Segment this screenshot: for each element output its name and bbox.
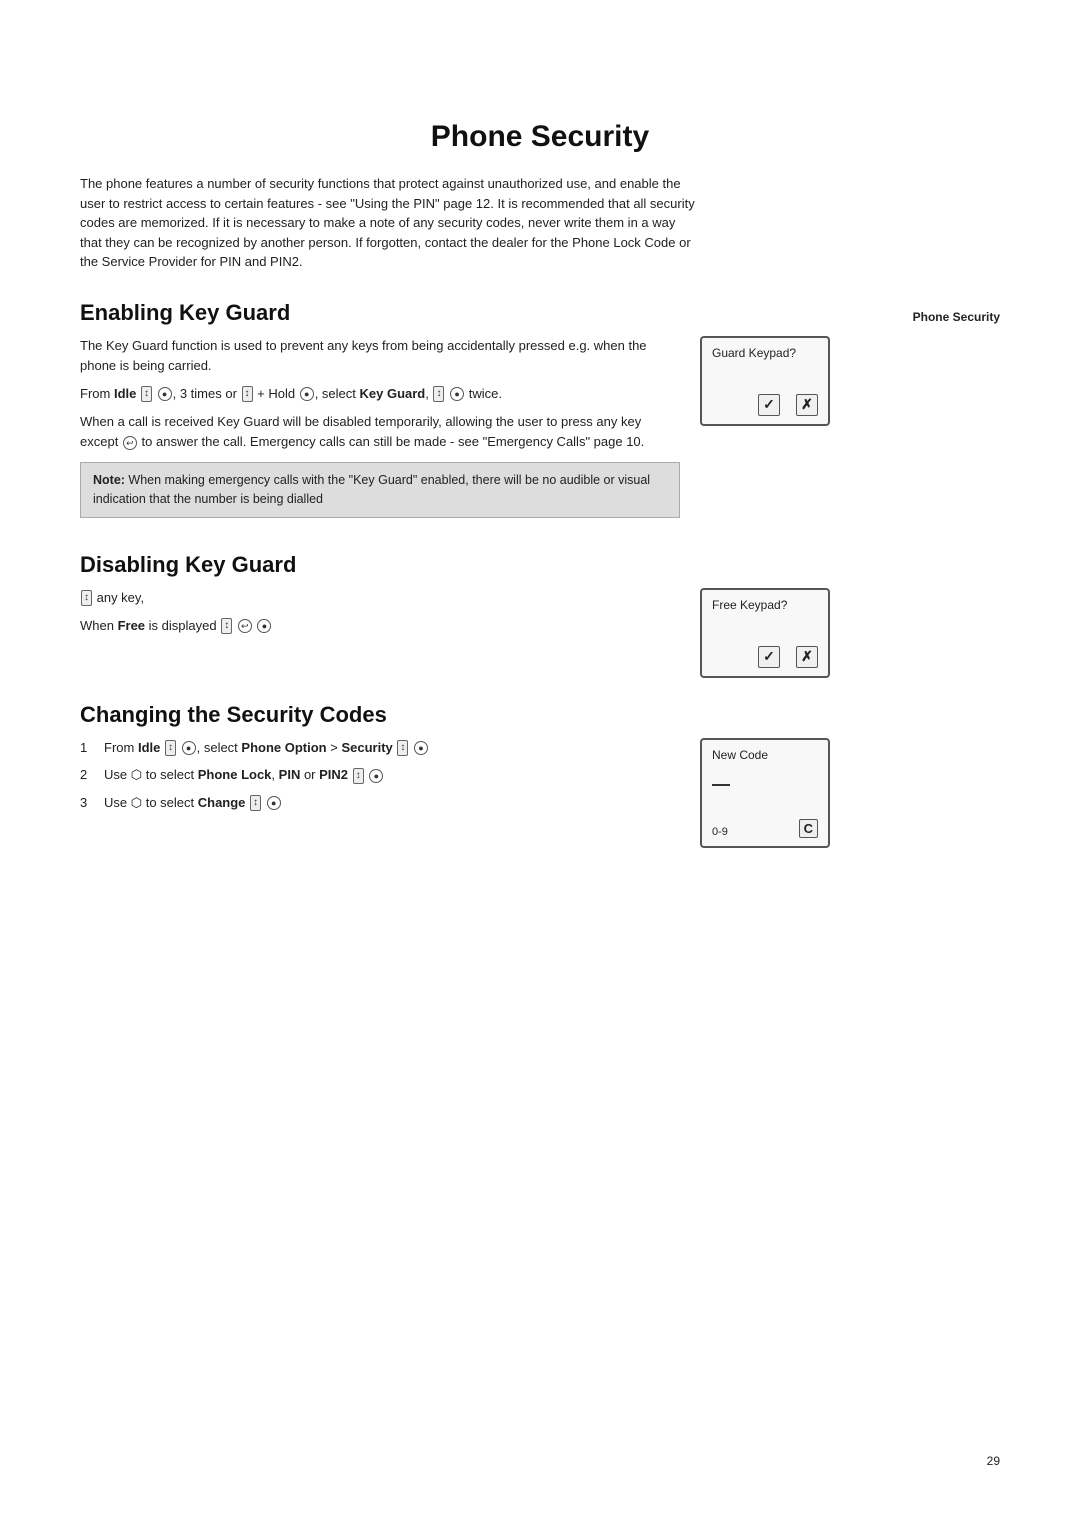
end-btn-2: ↩ <box>238 619 252 633</box>
page-title: Phone Security <box>80 120 1000 154</box>
enabling-para-3: When a call is received Key Guard will b… <box>80 412 680 452</box>
phone-screen-newcode: New Code 0-9 C <box>700 738 830 848</box>
step-3-text: Use ⬡ to select Change ↕ ● <box>104 793 680 813</box>
nav-icon-3: ↕ <box>433 386 444 402</box>
steps-list: 1 From Idle ↕ ●, select Phone Option > S… <box>80 738 680 813</box>
ok-btn-8: ● <box>267 796 281 810</box>
step-1-text: From Idle ↕ ●, select Phone Option > Sec… <box>104 738 680 758</box>
section-content-disabling: ↕ any key, When Free is displayed ↕ ↩ ● … <box>80 588 1000 678</box>
section-content-enabling: The Key Guard function is used to preven… <box>80 336 1000 528</box>
nav-icon-5: ↕ <box>221 618 232 634</box>
nav-icon-4: ↕ <box>81 590 92 606</box>
step-2-text: Use ⬡ to select Phone Lock, PIN or PIN2 … <box>104 765 680 785</box>
nav-icon-1: ↕ <box>141 386 152 402</box>
step-1: 1 From Idle ↕ ●, select Phone Option > S… <box>80 738 680 758</box>
section-changing-security-codes: Changing the Security Codes 1 From Idle … <box>80 702 1000 848</box>
step-2-num: 2 <box>80 765 94 785</box>
nav-icon-7: ↕ <box>397 740 408 756</box>
guard-screen-buttons: ✓ ✗ <box>712 394 818 416</box>
nav-icon-6: ↕ <box>165 740 176 756</box>
newcode-input-line <box>712 784 818 786</box>
check-button-free: ✓ <box>758 646 780 668</box>
section-content-changing: 1 From Idle ↕ ●, select Phone Option > S… <box>80 738 1000 848</box>
ok-btn-2: ● <box>300 387 314 401</box>
guard-screen-title: Guard Keypad? <box>712 346 818 360</box>
section-title-enabling: Enabling Key Guard <box>80 300 1000 326</box>
intro-text: The phone features a number of security … <box>80 174 700 272</box>
nav-icon-2: ↕ <box>242 386 253 402</box>
step-3-num: 3 <box>80 793 94 813</box>
section-title-changing: Changing the Security Codes <box>80 702 1000 728</box>
phone-screen-free: Free Keypad? ✓ ✗ <box>700 588 830 678</box>
disabling-para-1: ↕ any key, <box>80 588 680 608</box>
ok-btn-4: ● <box>257 619 271 633</box>
step-3: 3 Use ⬡ to select Change ↕ ● <box>80 793 680 813</box>
section-text-disabling: ↕ any key, When Free is displayed ↕ ↩ ● <box>80 588 680 644</box>
nav-icon-8: ↕ <box>353 768 364 784</box>
ok-btn-6: ● <box>414 741 428 755</box>
ok-btn-7: ● <box>369 769 383 783</box>
newcode-c-button: C <box>799 819 818 838</box>
end-btn-1: ↩ <box>123 436 137 450</box>
free-screen-title: Free Keypad? <box>712 598 818 612</box>
page-number: 29 <box>987 1454 1000 1468</box>
newcode-09-label: 0-9 <box>712 826 728 838</box>
ok-btn-5: ● <box>182 741 196 755</box>
disabling-para-2: When Free is displayed ↕ ↩ ● <box>80 616 680 636</box>
nav-icon-9: ↕ <box>250 795 261 811</box>
phone-screen-guard: Guard Keypad? ✓ ✗ <box>700 336 830 426</box>
step-2: 2 Use ⬡ to select Phone Lock, PIN or PIN… <box>80 765 680 785</box>
page: Phone Security Phone Security The phone … <box>0 0 1080 1528</box>
cross-button-guard: ✗ <box>796 394 818 416</box>
note-box-enabling: Note: When making emergency calls with t… <box>80 462 680 518</box>
ok-btn-3: ● <box>450 387 464 401</box>
newcode-screen-title: New Code <box>712 748 818 762</box>
check-button-guard: ✓ <box>758 394 780 416</box>
enabling-para-2: From Idle ↕ ●, 3 times or ↕ + Hold ●, se… <box>80 384 680 404</box>
section-enabling-key-guard: Enabling Key Guard The Key Guard functio… <box>80 300 1000 528</box>
section-disabling-key-guard: Disabling Key Guard ↕ any key, When Free… <box>80 552 1000 678</box>
section-title-disabling: Disabling Key Guard <box>80 552 1000 578</box>
free-screen-buttons: ✓ ✗ <box>712 646 818 668</box>
ok-btn-1: ● <box>158 387 172 401</box>
section-text-enabling: The Key Guard function is used to preven… <box>80 336 680 528</box>
enabling-para-1: The Key Guard function is used to preven… <box>80 336 680 376</box>
newcode-screen-bottom: 0-9 C <box>712 819 818 838</box>
cross-button-free: ✗ <box>796 646 818 668</box>
step-1-num: 1 <box>80 738 94 758</box>
section-text-changing: 1 From Idle ↕ ●, select Phone Option > S… <box>80 738 680 821</box>
